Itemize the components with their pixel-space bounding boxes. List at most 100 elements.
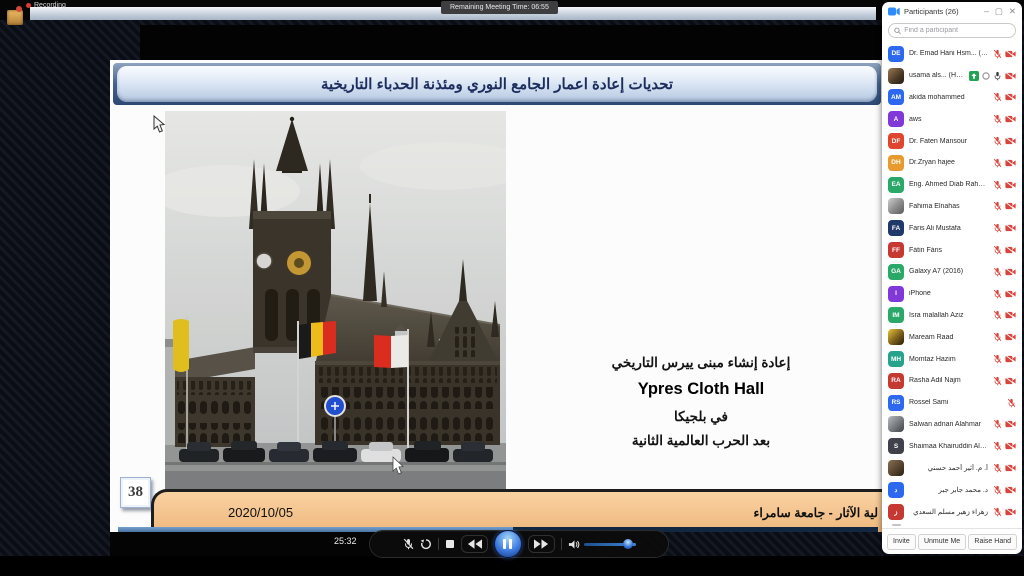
participant-row[interactable]: A aws: [882, 108, 1022, 130]
participant-row[interactable]: RS Rossel Sami: [882, 392, 1022, 414]
muted-mic-icon: [993, 441, 1002, 451]
participant-row[interactable]: AM akida mohammed: [882, 87, 1022, 109]
minimize-button[interactable]: –: [984, 6, 989, 17]
participant-name: Momtaz Hazim: [909, 356, 988, 363]
video-off-icon: [1005, 508, 1016, 516]
recording-app-icon[interactable]: [7, 10, 23, 25]
participant-icons: [993, 354, 1016, 364]
participant-row[interactable]: Fahima Elnahas: [882, 196, 1022, 218]
participant-row[interactable]: GA Galaxy A7 (2016): [882, 261, 1022, 283]
muted-mic-icon: [993, 463, 1002, 473]
video-camera-icon: [888, 7, 900, 16]
volume-control: [568, 539, 636, 550]
mute-mic-button[interactable]: [403, 538, 414, 550]
search-icon: [894, 27, 901, 35]
participant-row[interactable]: ز زهراء زهير مسلم السعدي: [882, 501, 1022, 523]
remaining-time-tooltip: Remaining Meeting Time: 06:55: [441, 1, 558, 14]
participant-avatar: [888, 198, 904, 214]
slide-number: 38: [120, 477, 151, 508]
participant-name: Isra malallah Aziz: [909, 312, 988, 319]
participant-avatar: RA: [888, 373, 904, 389]
participant-row[interactable]: د د. محمد جابر جبر: [882, 479, 1022, 501]
close-button[interactable]: ✕: [1009, 6, 1016, 17]
participant-avatar: [888, 329, 904, 345]
participant-avatar: DE: [888, 46, 904, 62]
participant-row[interactable]: DH Dr.Zryan hajee: [882, 152, 1022, 174]
participant-search[interactable]: [888, 23, 1016, 38]
participant-icons: [1007, 398, 1016, 408]
participant-row[interactable]: FF Fátin Fáris: [882, 239, 1022, 261]
participant-avatar: FA: [888, 220, 904, 236]
slide-title-strip: تحديات إعادة اعمار الجامع النوري ومئذنة …: [113, 63, 881, 105]
volume-slider[interactable]: [584, 543, 636, 546]
participant-row[interactable]: DF Dr. Faten Mansour: [882, 130, 1022, 152]
participant-row[interactable]: DE Dr. Emad Hani Hsm... (Me): [882, 43, 1022, 65]
volume-slider-handle[interactable]: [623, 539, 633, 549]
speaker-icon[interactable]: [568, 539, 580, 550]
raise-hand-button[interactable]: Raise Hand: [968, 534, 1017, 550]
participant-row[interactable]: MH Momtaz Hazim: [882, 348, 1022, 370]
divider: [561, 538, 562, 550]
participant-row[interactable]: I iPhone: [882, 283, 1022, 305]
participant-avatar: ز: [888, 504, 904, 520]
participant-name: iPhone: [909, 290, 988, 297]
list-scroll-hint: [892, 524, 901, 526]
participant-icons: [993, 485, 1016, 495]
participant-row[interactable]: Maream Raad: [882, 326, 1022, 348]
stop-button[interactable]: [445, 539, 455, 549]
search-input[interactable]: [904, 27, 1010, 34]
rewind-button[interactable]: [461, 535, 488, 553]
participant-row[interactable]: IM Isra malallah Aziz: [882, 305, 1022, 327]
participant-row[interactable]: usama als... (Host): [882, 65, 1022, 87]
participant-icons: [993, 180, 1016, 190]
participant-name: Maream Raad: [909, 334, 988, 341]
video-off-icon: [1005, 246, 1016, 254]
participant-icons: [993, 136, 1016, 146]
muted-mic-icon: [993, 354, 1002, 364]
participant-name: Rasha Adil Najm: [909, 377, 988, 384]
participant-avatar: EA: [888, 177, 904, 193]
participant-avatar: MH: [888, 351, 904, 367]
slide-body-line: في بلجيكا: [558, 405, 844, 429]
participant-name: زهراء زهير مسلم السعدي: [909, 508, 988, 516]
participant-avatar: DF: [888, 133, 904, 149]
muted-mic-icon: [993, 114, 1002, 124]
ypres-cloth-hall-photo: [165, 111, 506, 490]
slide-title: تحديات إعادة اعمار الجامع النوري ومئذنة …: [117, 66, 877, 102]
maximize-button[interactable]: ▢: [995, 6, 1003, 17]
restart-button[interactable]: [420, 538, 432, 550]
participant-avatar: S: [888, 438, 904, 454]
participant-name: Galaxy A7 (2016): [909, 268, 988, 275]
participant-row[interactable]: EA Eng. Ahmed Diab Raheem: [882, 174, 1022, 196]
participant-avatar: GA: [888, 264, 904, 280]
video-off-icon: [1005, 268, 1016, 276]
participants-list: DE Dr. Emad Hani Hsm... (Me) usama als..…: [882, 41, 1022, 528]
participants-title: Participants (26): [904, 7, 980, 16]
participant-name: Dr.Zryan hajee: [909, 159, 988, 166]
participant-icons: [993, 507, 1016, 517]
participant-icons: [993, 267, 1016, 277]
participant-avatar: IM: [888, 307, 904, 323]
muted-mic-icon: [993, 376, 1002, 386]
muted-mic-icon: [993, 201, 1002, 211]
participant-icons: [993, 289, 1016, 299]
participant-row[interactable]: Salwan adnan Alahmar: [882, 414, 1022, 436]
pause-button[interactable]: [494, 530, 522, 558]
status-circle-icon: [982, 72, 990, 80]
video-off-icon: [1005, 377, 1016, 385]
participant-name: أ. م. أثير أحمد حسني: [909, 464, 988, 472]
video-off-icon: [1005, 159, 1016, 167]
invite-button[interactable]: Invite: [887, 534, 916, 550]
fast-forward-button[interactable]: [528, 535, 555, 553]
participant-icons: [969, 71, 1016, 81]
participant-row[interactable]: FA Faris Ali Mustafa: [882, 217, 1022, 239]
video-off-icon: [1005, 115, 1016, 123]
muted-mic-icon: [993, 507, 1002, 517]
participant-row[interactable]: أ. م. أثير أحمد حسني: [882, 457, 1022, 479]
unmute-me-button[interactable]: Unmute Me: [918, 534, 966, 550]
participant-row[interactable]: RA Rasha Adil Najm: [882, 370, 1022, 392]
participant-icons: [993, 245, 1016, 255]
video-off-icon: [1005, 355, 1016, 363]
participant-row[interactable]: S Shaimaa Khairuddin Alda...: [882, 435, 1022, 457]
participant-icons: [993, 310, 1016, 320]
